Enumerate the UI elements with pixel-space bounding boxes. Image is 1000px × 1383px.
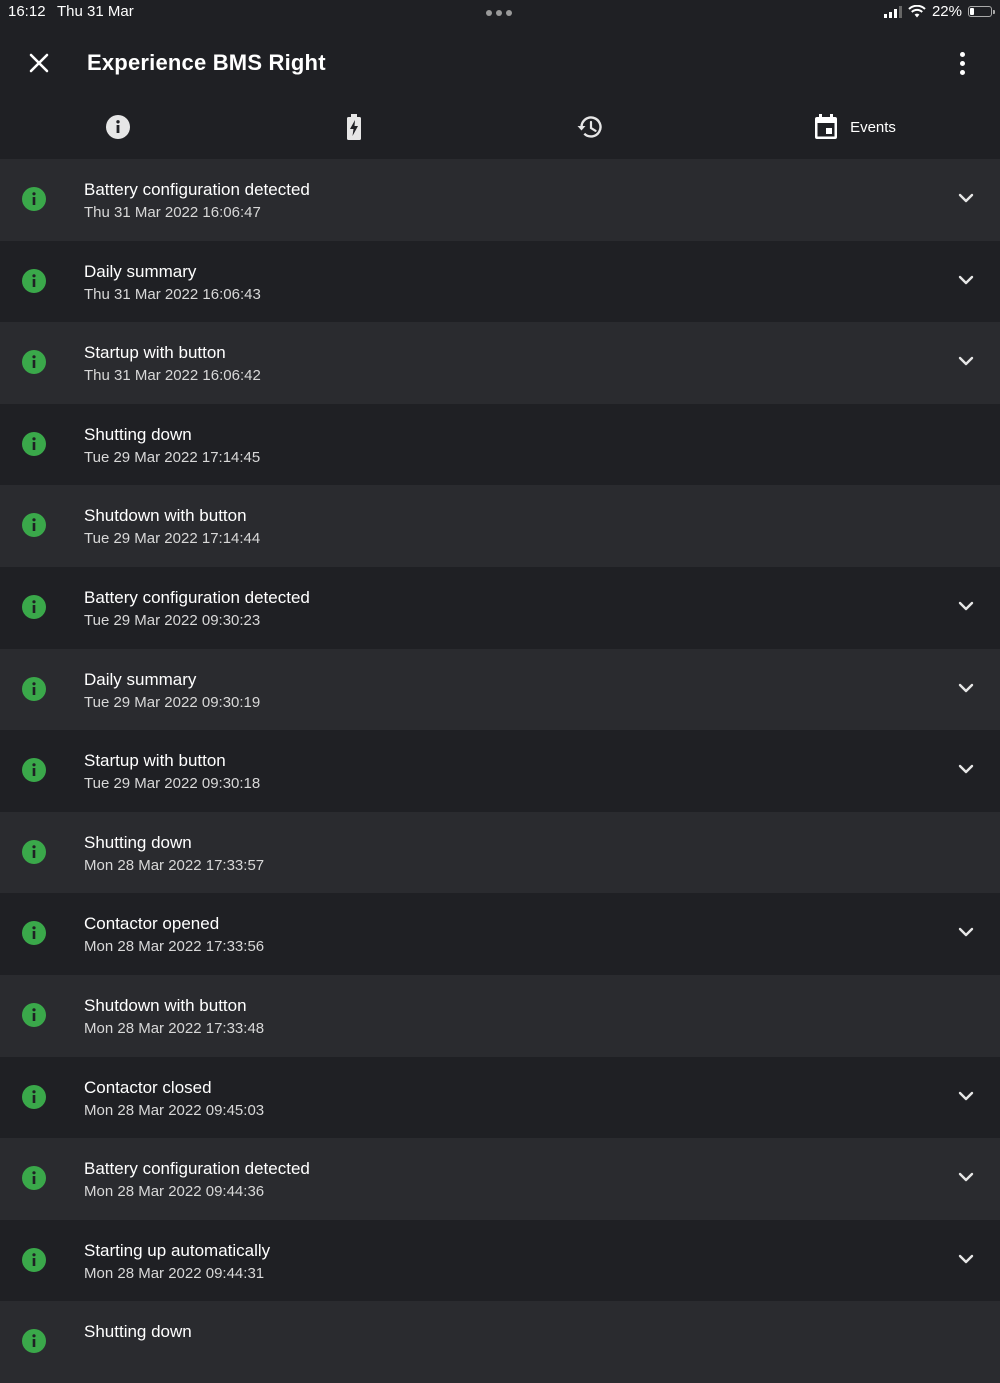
history-icon [577, 116, 602, 138]
event-timestamp: Mon 28 Mar 2022 09:45:03 [84, 1101, 265, 1119]
event-timestamp: Mon 28 Mar 2022 17:33:56 [84, 938, 265, 956]
battery-charging-icon [347, 114, 361, 140]
info-icon [22, 1166, 46, 1191]
event-title: Startup with button [84, 343, 226, 363]
event-timestamp: Mon 28 Mar 2022 09:44:31 [84, 1264, 265, 1282]
event-timestamp: Tue 29 Mar 2022 17:14:44 [84, 530, 261, 548]
event-row[interactable]: Battery configuration detected Thu 31 Mar… [0, 159, 1000, 241]
event-title: Shutdown with button [84, 506, 247, 526]
info-icon [22, 513, 46, 538]
event-row[interactable]: Startup with button Tue 29 Mar 2022 09:30… [0, 730, 1000, 812]
event-list: Battery configuration detected Thu 31 Mar… [0, 159, 1000, 1383]
event-timestamp: Tue 29 Mar 2022 17:14:45 [84, 448, 261, 466]
info-icon [106, 115, 130, 139]
info-icon [22, 350, 46, 375]
event-row: Shutting down Mon 28 Mar 2022 17:33:57 [0, 811, 1000, 894]
event-timestamp: Mon 28 Mar 2022 17:33:57 [84, 856, 265, 874]
chevron-down-icon[interactable] [956, 1167, 976, 1187]
event-title: Shutting down [84, 832, 192, 852]
app-bar: Experience BMS Right [0, 26, 1000, 98]
calendar-icon [815, 114, 838, 139]
info-icon [22, 431, 46, 456]
multitasking-dots-icon[interactable] [486, 10, 512, 16]
status-date: Thu 31 Mar [57, 3, 134, 20]
event-row[interactable]: Daily summary Tue 29 Mar 2022 09:30:19 [0, 648, 1000, 731]
tab-battery[interactable] [294, 98, 414, 156]
event-timestamp: Thu 31 Mar 2022 16:06:42 [84, 367, 261, 385]
info-icon [22, 1002, 46, 1027]
tab-events[interactable]: Events [760, 98, 950, 156]
event-row: Shutting down [0, 1301, 1000, 1383]
event-title: Shutting down [84, 1322, 192, 1342]
info-icon [22, 187, 46, 211]
event-timestamp: Mon 28 Mar 2022 17:33:48 [84, 1019, 265, 1037]
info-icon [22, 1247, 46, 1272]
info-icon [22, 676, 46, 701]
event-row[interactable]: Battery configuration detected Mon 28 Mar… [0, 1138, 1000, 1220]
chevron-down-icon[interactable] [956, 1249, 976, 1269]
event-row: Shutting down Tue 29 Mar 2022 17:14:45 [0, 403, 1000, 486]
event-title: Contactor opened [84, 914, 220, 934]
event-timestamp: Mon 28 Mar 2022 09:44:36 [84, 1183, 265, 1201]
more-options-button[interactable] [948, 48, 976, 78]
chevron-down-icon[interactable] [956, 596, 976, 616]
info-icon [22, 921, 46, 946]
chevron-down-icon[interactable] [956, 922, 976, 942]
event-row: Shutdown with button Mon 28 Mar 2022 17:3… [0, 974, 1000, 1057]
event-title: Battery configuration detected [84, 1159, 310, 1179]
status-time: 16:12 [8, 3, 46, 20]
info-icon [22, 839, 46, 864]
event-title: Battery configuration detected [84, 587, 310, 607]
tab-events-label: Events [850, 118, 896, 136]
info-icon [22, 268, 46, 293]
event-title: Battery configuration detected [84, 180, 310, 199]
event-title: Daily summary [84, 261, 197, 281]
tab-info[interactable] [58, 98, 178, 156]
event-title: Daily summary [84, 669, 197, 689]
event-row: Shutdown with button Tue 29 Mar 2022 17:1… [0, 485, 1000, 567]
tab-history[interactable] [530, 98, 650, 156]
event-timestamp: Tue 29 Mar 2022 09:30:23 [84, 611, 261, 629]
info-icon [22, 758, 46, 783]
event-row[interactable]: Daily summary Thu 31 Mar 2022 16:06:43 [0, 240, 1000, 323]
tab-bar: Events [0, 98, 1000, 156]
cellular-signal-icon [883, 5, 902, 18]
event-timestamp: Thu 31 Mar 2022 16:06:47 [84, 204, 261, 221]
chevron-down-icon[interactable] [956, 1086, 976, 1106]
battery-percent: 22% [931, 3, 962, 20]
battery-icon [968, 6, 995, 17]
event-timestamp: Tue 29 Mar 2022 09:30:18 [84, 775, 261, 793]
wifi-icon [908, 5, 926, 18]
chevron-down-icon[interactable] [956, 678, 976, 698]
page-title: Experience BMS Right [87, 50, 326, 75]
event-row[interactable]: Starting up automatically Mon 28 Mar 2022… [0, 1219, 1000, 1302]
event-row[interactable]: Contactor opened Mon 28 Mar 2022 17:33:56 [0, 893, 1000, 975]
event-row[interactable]: Battery configuration detected Tue 29 Mar… [0, 566, 1000, 649]
chevron-down-icon[interactable] [956, 351, 976, 371]
event-title: Contactor closed [84, 1077, 212, 1097]
event-title: Startup with button [84, 751, 226, 771]
event-timestamp: Tue 29 Mar 2022 09:30:19 [84, 693, 261, 711]
event-title: Shutdown with button [84, 995, 247, 1015]
chevron-down-icon[interactable] [956, 759, 976, 779]
event-timestamp: Thu 31 Mar 2022 16:06:43 [84, 285, 261, 303]
info-icon [22, 1084, 46, 1109]
status-bar: 16:12 Thu 31 Mar 22% [0, 0, 1000, 26]
close-icon [29, 53, 49, 73]
close-button[interactable] [22, 46, 56, 80]
event-row[interactable]: Startup with button Thu 31 Mar 2022 16:06… [0, 322, 1000, 404]
chevron-down-icon[interactable] [956, 270, 976, 290]
event-title: Shutting down [84, 424, 192, 444]
info-icon [22, 1329, 46, 1354]
event-row[interactable]: Contactor closed Mon 28 Mar 2022 09:45:03 [0, 1056, 1000, 1139]
event-title: Starting up automatically [84, 1240, 271, 1260]
info-icon [22, 594, 46, 619]
chevron-down-icon[interactable] [956, 188, 976, 208]
